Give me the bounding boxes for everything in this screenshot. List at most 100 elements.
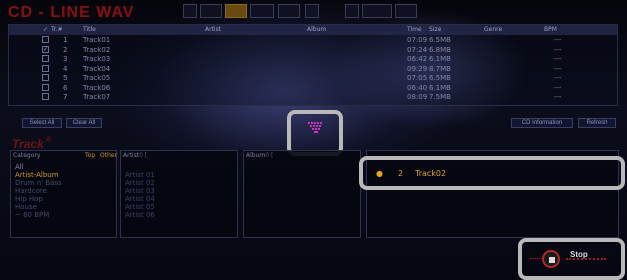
track-number: 4: [63, 64, 68, 73]
album-header-label: Album: [246, 152, 266, 159]
track-bpm: ---: [554, 36, 562, 44]
highlight-stop: [518, 238, 625, 280]
cd-information-button[interactable]: CD Information: [511, 118, 573, 128]
header-genre[interactable]: Genre: [484, 25, 502, 35]
table-row[interactable]: 5 Track05 07:05 6.5MB ---: [9, 74, 617, 83]
track-checkbox[interactable]: [42, 83, 49, 91]
category-header: Category Top Other: [13, 152, 117, 160]
track-title: Track06: [83, 83, 111, 92]
select-all-button[interactable]: Select All: [22, 118, 62, 128]
track-time: 08:09: [407, 93, 428, 101]
table-row[interactable]: 3 Track03 06:42 6.1MB ---: [9, 55, 617, 64]
track-number: 1: [63, 36, 68, 44]
table-row[interactable]: ✓ 2 Track02 07:24 6.8MB ---: [9, 45, 617, 55]
artist-header: Artist0 [: [123, 152, 148, 159]
track-time: 07:09: [407, 36, 428, 44]
track-bpm: ---: [554, 93, 562, 101]
mode-button-8[interactable]: [362, 4, 392, 18]
table-row[interactable]: 7 Track07 08:09 7.5MB ---: [9, 93, 617, 102]
header-tracknum[interactable]: Tr.#: [51, 25, 63, 35]
track-checkbox[interactable]: [42, 55, 49, 62]
track-size: 7.5MB: [429, 93, 451, 101]
track-number: 7: [63, 93, 68, 101]
track-bpm: ---: [554, 83, 562, 92]
mode-button-5[interactable]: [278, 4, 300, 18]
category-item[interactable]: House: [15, 203, 62, 211]
track-checkbox[interactable]: [42, 64, 49, 72]
header-artist[interactable]: Artist: [205, 25, 221, 35]
track-title: Track05: [83, 74, 111, 82]
category-item[interactable]: All: [15, 163, 62, 171]
track-number: 6: [63, 83, 68, 92]
header-size[interactable]: Size: [429, 25, 441, 35]
track-title: Track02: [83, 45, 111, 54]
track-bpm: ---: [554, 64, 562, 73]
track-bpm: ---: [554, 74, 562, 82]
table-row[interactable]: 4 Track04 09:29 8.7MB ---: [9, 64, 617, 74]
clear-all-button[interactable]: Clear All: [66, 118, 102, 128]
header-check[interactable]: ✓: [43, 25, 48, 35]
artist-header-label: Artist: [123, 152, 140, 159]
highlight-track-row: [359, 156, 625, 190]
artist-item[interactable]: Artist 03: [125, 187, 155, 195]
category-item[interactable]: Hardcore: [15, 187, 62, 195]
track-time: 07:24: [407, 45, 428, 54]
track-title: Track07: [83, 93, 111, 101]
app-logo: CD - LINE WAV: [8, 4, 135, 21]
category-item[interactable]: Hip Hop: [15, 195, 62, 203]
header-time[interactable]: Time: [407, 25, 422, 35]
mode-button-3[interactable]: [225, 4, 247, 18]
track-time: 07:05: [407, 74, 428, 82]
artist-item[interactable]: Artist 05: [125, 203, 155, 211]
track-size: 8.7MB: [429, 64, 451, 73]
artist-item[interactable]: Artist 02: [125, 179, 155, 187]
header-album[interactable]: Album: [307, 25, 326, 35]
track-time: 06:42: [407, 55, 428, 63]
track-section-title: Track ®: [12, 137, 51, 151]
track-time: 09:29: [407, 64, 428, 73]
album-header: Album0 [: [246, 152, 274, 159]
table-row[interactable]: 1 Track01 07:09 6.5MB ---: [9, 36, 617, 45]
track-number: 2: [63, 45, 68, 54]
artist-item[interactable]: Artist 01: [125, 171, 155, 179]
artist-list: Artist 01 Artist 02 Artist 03 Artist 04 Arti…: [125, 171, 155, 219]
app-window: CD - LINE WAV ✓ Tr.# Title Artist Album …: [0, 0, 627, 280]
track-number: 5: [63, 74, 68, 82]
track-checkbox[interactable]: [42, 93, 49, 100]
track-checkbox[interactable]: [42, 36, 49, 43]
category-item[interactable]: Drum n' Bass: [15, 179, 62, 187]
track-number: 3: [63, 55, 68, 63]
track-size: 6.5MB: [429, 36, 451, 44]
album-panel: Album0 [: [243, 150, 361, 238]
mode-button-7[interactable]: [345, 4, 359, 18]
track-size: 6.1MB: [429, 83, 451, 92]
track-bpm: ---: [554, 55, 562, 63]
artist-panel: Artist0 [ Artist 01 Artist 02 Artist 03 Art…: [120, 150, 238, 238]
track-title-mark: ®: [43, 137, 51, 144]
category-item[interactable]: ~ 60 BPM: [15, 211, 62, 219]
refresh-button[interactable]: Refresh: [578, 118, 616, 128]
artist-item[interactable]: Artist 04: [125, 195, 155, 203]
mode-button-9[interactable]: [395, 4, 417, 18]
track-size: 6.8MB: [429, 45, 451, 54]
table-row[interactable]: 6 Track06 06:40 6.1MB ---: [9, 83, 617, 93]
mode-button-2[interactable]: [200, 4, 222, 18]
track-time: 06:40: [407, 83, 428, 92]
artist-item[interactable]: Artist 06: [125, 211, 155, 219]
track-title: Track01: [83, 36, 111, 44]
track-title: Track03: [83, 55, 111, 63]
track-checkbox[interactable]: ✓: [42, 45, 49, 53]
mode-button-4[interactable]: [250, 4, 274, 18]
category-top-tab[interactable]: Top: [85, 152, 95, 160]
track-bpm: ---: [554, 45, 562, 54]
mode-button-6[interactable]: [305, 4, 319, 18]
header-title[interactable]: Title: [83, 25, 96, 35]
track-title: Track04: [83, 64, 111, 73]
header-bpm[interactable]: BPM: [544, 25, 557, 35]
category-panel: Category Top Other All Artist-Album Drum n…: [10, 150, 117, 238]
category-item[interactable]: Artist-Album: [15, 171, 62, 179]
mode-button-1[interactable]: [183, 4, 197, 18]
category-other-tab[interactable]: Other: [100, 152, 117, 160]
track-checkbox[interactable]: [42, 74, 49, 81]
table-header: ✓ Tr.# Title Artist Album Time Size Genr…: [9, 25, 617, 35]
